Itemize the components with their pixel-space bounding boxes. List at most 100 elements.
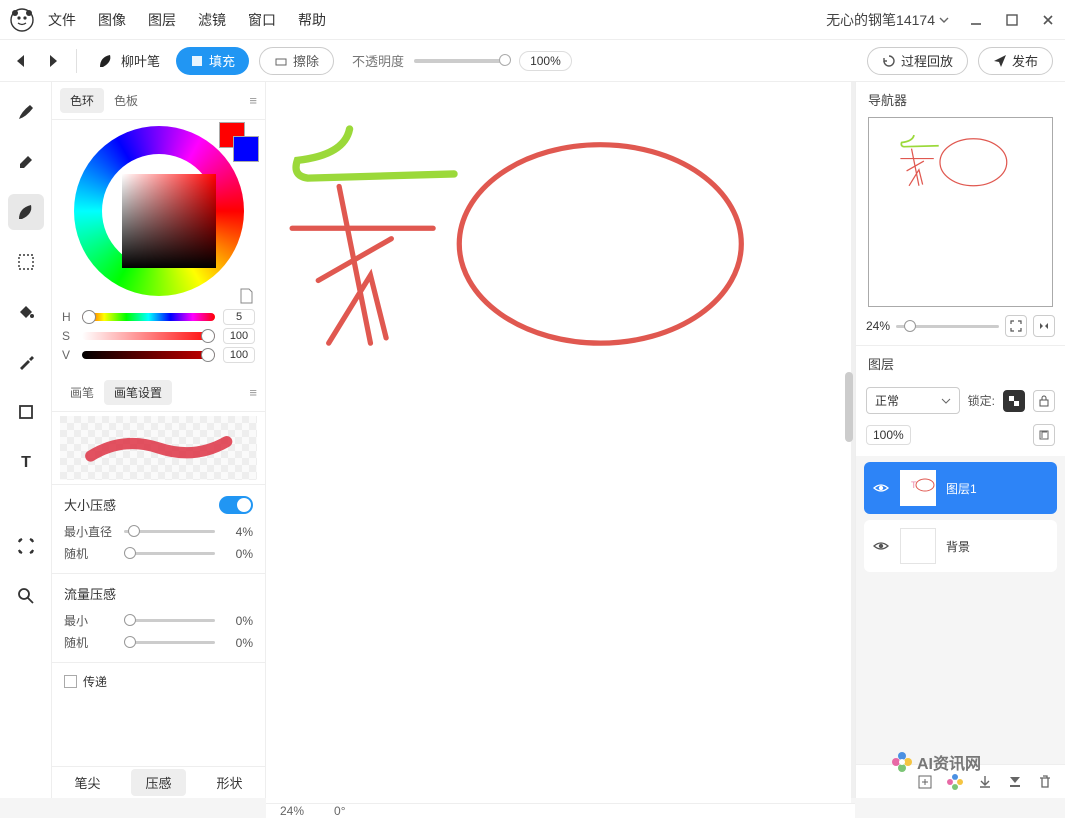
close-button[interactable] bbox=[1039, 11, 1057, 29]
visibility-toggle[interactable] bbox=[872, 479, 890, 497]
redo-button[interactable] bbox=[42, 51, 62, 71]
undo-button[interactable] bbox=[12, 51, 32, 71]
tab-swatches[interactable]: 色板 bbox=[104, 88, 148, 113]
blend-mode-select[interactable]: 正常 bbox=[866, 387, 960, 414]
layer-opacity-extra-button[interactable] bbox=[1033, 424, 1055, 446]
merge-down-button[interactable] bbox=[1005, 772, 1025, 792]
layer-item-bg[interactable]: 背景 bbox=[864, 520, 1057, 572]
menu-bar: 文件 图像 图层 滤镜 窗口 帮助 bbox=[48, 10, 326, 30]
val-slider[interactable] bbox=[82, 351, 215, 359]
tab-shape[interactable]: 形状 bbox=[202, 769, 256, 796]
tool-eraser[interactable] bbox=[8, 144, 44, 180]
tab-pressure[interactable]: 压感 bbox=[131, 769, 185, 796]
size-random-value: 0% bbox=[223, 547, 253, 561]
sat-label: S bbox=[62, 329, 74, 343]
tool-shape[interactable] bbox=[8, 394, 44, 430]
layer-thumbnail: T bbox=[900, 470, 936, 506]
rotation-status: 0° bbox=[334, 804, 345, 818]
menu-file[interactable]: 文件 bbox=[48, 10, 76, 30]
brush-preset-selector[interactable]: 柳叶笔 bbox=[91, 51, 166, 70]
chevron-down-icon bbox=[941, 396, 951, 406]
flow-random-label: 随机 bbox=[64, 634, 116, 651]
panel-menu-icon[interactable]: ≡ bbox=[249, 93, 257, 108]
menu-help[interactable]: 帮助 bbox=[298, 10, 326, 30]
min-diameter-value: 4% bbox=[223, 525, 253, 539]
menu-window[interactable]: 窗口 bbox=[248, 10, 276, 30]
document-title[interactable]: 无心的钢笔14174 bbox=[826, 10, 949, 30]
new-layer-button[interactable] bbox=[915, 772, 935, 792]
layer-name: 背景 bbox=[946, 538, 970, 555]
nav-zoom-slider[interactable] bbox=[896, 325, 999, 328]
tool-text[interactable]: T bbox=[8, 444, 44, 480]
layer-thumbnail bbox=[900, 528, 936, 564]
history-icon bbox=[882, 54, 896, 68]
sat-slider[interactable] bbox=[82, 332, 215, 340]
flow-random-slider[interactable] bbox=[124, 641, 215, 644]
min-diameter-label: 最小直径 bbox=[64, 523, 116, 540]
color-swatch-pair[interactable] bbox=[219, 122, 261, 164]
svg-text:T: T bbox=[911, 480, 917, 490]
tool-transform[interactable] bbox=[8, 528, 44, 564]
layer-opacity-value[interactable]: 100% bbox=[866, 425, 911, 445]
flip-button[interactable] bbox=[1033, 315, 1055, 337]
svg-text:T: T bbox=[21, 454, 31, 471]
sat-value[interactable]: 100 bbox=[223, 328, 255, 344]
layer-item-1[interactable]: T 图层1 bbox=[864, 462, 1057, 514]
canvas[interactable] bbox=[266, 82, 851, 803]
sv-picker[interactable] bbox=[122, 174, 216, 268]
opacity-label: 不透明度 bbox=[352, 51, 404, 70]
minimize-button[interactable] bbox=[967, 11, 985, 29]
flow-min-slider[interactable] bbox=[124, 619, 215, 622]
size-pressure-toggle[interactable] bbox=[219, 496, 253, 514]
opacity-slider[interactable] bbox=[414, 59, 509, 63]
layer-footer-flower-icon bbox=[945, 772, 965, 792]
background-swatch[interactable] bbox=[233, 136, 259, 162]
transfer-checkbox[interactable] bbox=[64, 675, 77, 688]
note-icon[interactable] bbox=[239, 288, 253, 304]
hue-value[interactable]: 5 bbox=[223, 309, 255, 325]
tab-brush-settings[interactable]: 画笔设置 bbox=[104, 380, 172, 405]
download-layer-button[interactable] bbox=[975, 772, 995, 792]
val-value[interactable]: 100 bbox=[223, 347, 255, 363]
menu-layer[interactable]: 图层 bbox=[148, 10, 176, 30]
tab-brush[interactable]: 画笔 bbox=[60, 380, 104, 405]
lock-label: 锁定: bbox=[968, 392, 995, 409]
tool-bucket[interactable] bbox=[8, 294, 44, 330]
brush-name-label: 柳叶笔 bbox=[121, 51, 160, 70]
fill-mode-button[interactable]: 填充 bbox=[176, 47, 249, 75]
tool-eyedropper[interactable] bbox=[8, 344, 44, 380]
layer-name: 图层1 bbox=[946, 480, 977, 497]
tool-zoom[interactable] bbox=[8, 578, 44, 614]
visibility-toggle[interactable] bbox=[872, 537, 890, 555]
process-playback-button[interactable]: 过程回放 bbox=[867, 47, 968, 75]
val-label: V bbox=[62, 348, 74, 362]
tool-brush[interactable] bbox=[8, 94, 44, 130]
min-diameter-slider[interactable] bbox=[124, 530, 215, 533]
tab-color-ring[interactable]: 色环 bbox=[60, 88, 104, 113]
lock-all-button[interactable] bbox=[1033, 390, 1055, 412]
size-random-label: 随机 bbox=[64, 545, 116, 562]
navigator-title: 导航器 bbox=[856, 82, 1065, 117]
navigator-thumbnail[interactable] bbox=[868, 117, 1053, 307]
watermark-flower-icon bbox=[891, 751, 913, 773]
color-wheel[interactable] bbox=[74, 126, 244, 296]
canvas-scrollbar[interactable] bbox=[845, 372, 853, 442]
maximize-button[interactable] bbox=[1003, 11, 1021, 29]
tool-select[interactable] bbox=[8, 244, 44, 280]
tool-leaf-brush[interactable] bbox=[8, 194, 44, 230]
brush-panel-menu-icon[interactable]: ≡ bbox=[249, 385, 257, 400]
size-random-slider[interactable] bbox=[124, 552, 215, 555]
hue-label: H bbox=[62, 310, 74, 324]
menu-image[interactable]: 图像 bbox=[98, 10, 126, 30]
lock-transparency-button[interactable] bbox=[1003, 390, 1025, 412]
publish-button[interactable]: 发布 bbox=[978, 47, 1053, 75]
fit-screen-button[interactable] bbox=[1005, 315, 1027, 337]
menu-filter[interactable]: 滤镜 bbox=[198, 10, 226, 30]
delete-layer-button[interactable] bbox=[1035, 772, 1055, 792]
tab-tip[interactable]: 笔尖 bbox=[60, 769, 114, 796]
opacity-value[interactable]: 100% bbox=[519, 51, 572, 71]
hue-slider[interactable] bbox=[82, 313, 215, 321]
canvas-drawing bbox=[266, 82, 851, 803]
erase-mode-button[interactable]: 擦除 bbox=[259, 47, 334, 75]
layers-title: 图层 bbox=[856, 345, 1065, 381]
